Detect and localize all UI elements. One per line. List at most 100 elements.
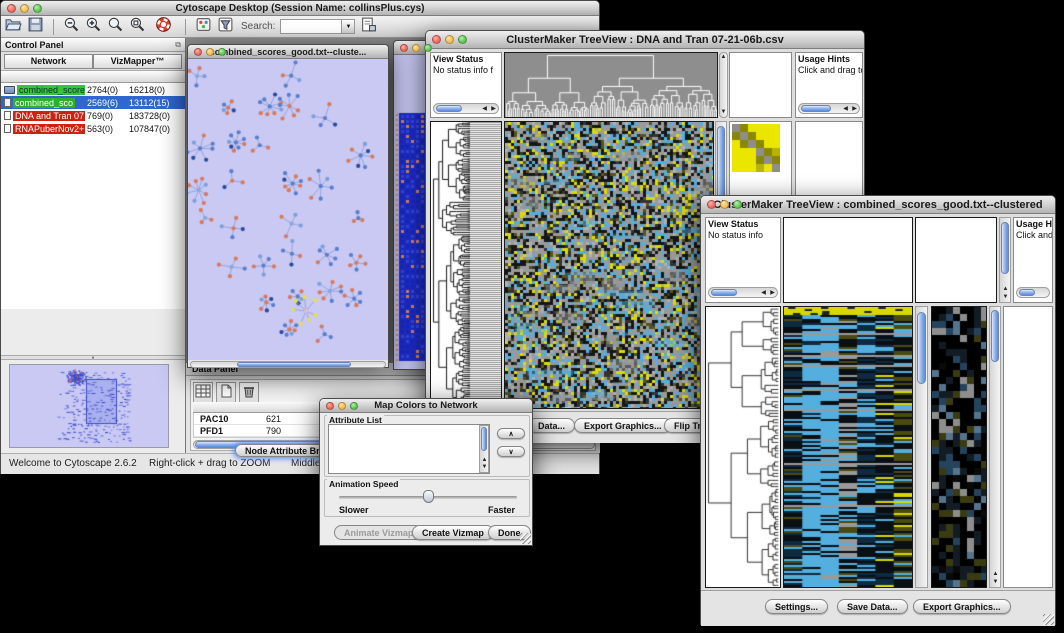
tv2-heatmap-vscroll-thumb[interactable] (917, 312, 926, 384)
tv2-save-data-button[interactable]: Save Data... (837, 599, 908, 614)
tv1-summary-heatmap-canvas[interactable] (732, 124, 780, 172)
zoom-button[interactable] (458, 35, 467, 44)
tv2-labels-vscroll-thumb[interactable] (1001, 222, 1009, 274)
minimize-button[interactable] (412, 44, 420, 52)
control-panel-tab[interactable]: VizMapper™ (93, 54, 182, 69)
tv2-column-dendrogram-panel[interactable] (783, 217, 913, 303)
tv2-heatmap-vscrollbar[interactable] (915, 306, 928, 588)
zoom-button[interactable] (33, 4, 42, 13)
zoom-fit-icon[interactable] (107, 16, 124, 38)
control-panel-tab[interactable]: Network (4, 54, 93, 69)
help-lifebuoy-icon[interactable] (155, 16, 172, 38)
zoom-in-icon[interactable] (85, 16, 102, 38)
tv2-heatmap-canvas[interactable] (784, 307, 912, 587)
close-button[interactable] (326, 402, 334, 410)
zoom-button[interactable] (424, 44, 432, 52)
configure-search-icon[interactable] (360, 16, 377, 38)
minimize-button[interactable] (445, 35, 454, 44)
scroll-up-icon[interactable]: ▲ (991, 571, 1000, 578)
tv2-labels-vscrollbar[interactable]: ▲ ▼ (999, 217, 1011, 303)
tv1-save-data-button[interactable]: Data... (528, 418, 575, 433)
zoom-button[interactable] (350, 402, 358, 410)
tv2-export-graphics-button[interactable]: Export Graphics... (913, 599, 1011, 614)
network-window-1-titlebar[interactable]: combined_scores_good.txt--cluste... (188, 45, 388, 59)
resize-grip[interactable] (520, 533, 531, 544)
attribute-list-vscroll-thumb[interactable] (481, 427, 487, 451)
search-input[interactable] (280, 19, 342, 34)
tv1-column-dendrogram-canvas[interactable] (505, 53, 717, 117)
tv2-row-dendrogram-canvas[interactable] (706, 307, 780, 587)
move-attribute-down-button[interactable]: ∨ (497, 446, 525, 457)
network-overview-canvas[interactable] (10, 365, 168, 447)
network-window-1-hscroll-thumb[interactable] (237, 362, 351, 367)
tv1-view-status-hscroll-thumb[interactable] (436, 105, 462, 112)
scroll-down-icon[interactable]: ▼ (719, 109, 728, 116)
tv2-view-status-hscrollbar[interactable]: ◀ ▶ (708, 287, 778, 298)
overview-splitter[interactable]: ● (1, 355, 185, 360)
scroll-down-icon[interactable]: ▼ (991, 579, 1000, 586)
network-window-1-hscrollbar[interactable] (190, 361, 386, 368)
minimize-button[interactable] (206, 48, 214, 56)
tv2-usage-hints-hscroll-thumb[interactable] (1019, 289, 1035, 296)
tv2-view-status-hscroll-thumb[interactable] (711, 289, 737, 296)
scroll-left-icon[interactable]: ◀ (759, 290, 768, 297)
scroll-up-icon[interactable]: ▲ (719, 54, 728, 61)
map-colors-titlebar[interactable]: Map Colors to Network (320, 399, 532, 413)
vizmap-panel-icon[interactable] (195, 16, 212, 38)
scroll-down-icon[interactable]: ▼ (480, 464, 489, 471)
tv2-usage-hints-hscrollbar[interactable] (1016, 287, 1050, 298)
create-vizmap-button[interactable]: Create Vizmap (412, 525, 494, 540)
tv1-view-status-hscrollbar[interactable]: ◀ ▶ (433, 103, 499, 114)
zoom-button[interactable] (218, 48, 226, 56)
attribute-list-vscrollbar[interactable]: ▲ ▼ (479, 425, 489, 473)
network-canvas-1[interactable] (188, 59, 388, 360)
resize-grip[interactable] (1043, 614, 1054, 625)
zoom-button[interactable] (733, 200, 742, 209)
treeview-dna-titlebar[interactable]: ClusterMaker TreeView : DNA and Tran 07-… (426, 31, 864, 49)
network-overview-panel[interactable] (9, 364, 169, 448)
tv2-zoom-heatmap-canvas[interactable] (932, 307, 986, 587)
minimize-button[interactable] (338, 402, 346, 410)
network-list-row[interactable]: DNA and Tran 07 769(0) 183728(0) (1, 109, 185, 122)
scroll-up-icon[interactable]: ▲ (480, 457, 489, 464)
scroll-right-icon[interactable]: ▶ (489, 106, 498, 113)
network-list-row[interactable]: combined_sco 2569(6) 13112(15) (1, 96, 185, 109)
close-button[interactable] (194, 48, 202, 56)
tv1-mini-vscrollbar[interactable]: ▲ ▼ (719, 52, 728, 118)
filter-icon[interactable] (217, 16, 234, 38)
network-list-row[interactable]: combined_scores 2764(0) 16218(0) (1, 83, 185, 96)
open-session-icon[interactable] (5, 16, 22, 38)
scroll-down-icon[interactable]: ▼ (1001, 294, 1010, 301)
main-titlebar[interactable]: Cytoscape Desktop (Session Name: collins… (1, 1, 599, 16)
minimize-button[interactable] (20, 4, 29, 13)
tv2-settings-button[interactable]: Settings... (765, 599, 828, 614)
tv1-usage-hints-hscrollbar[interactable]: ◀ ▶ (798, 103, 860, 114)
tv1-export-graphics-button[interactable]: Export Graphics... (574, 418, 672, 433)
treeview-dna-title: ClusterMaker TreeView : DNA and Tran 07-… (426, 31, 864, 49)
scroll-left-icon[interactable]: ◀ (480, 106, 489, 113)
treeview-combined-titlebar[interactable]: ClusterMaker TreeView : combined_scores_… (701, 196, 1055, 214)
close-button[interactable] (707, 200, 716, 209)
close-button[interactable] (432, 35, 441, 44)
move-attribute-up-button[interactable]: ∧ (497, 428, 525, 439)
close-button[interactable] (400, 44, 408, 52)
scroll-right-icon[interactable]: ▶ (850, 106, 859, 113)
search-dropdown-icon[interactable]: ▼ (342, 19, 355, 34)
tv1-usage-hints-hscroll-thumb[interactable] (801, 105, 831, 112)
zoom-out-icon[interactable] (63, 16, 80, 38)
tv1-row-dendrogram-canvas[interactable] (431, 122, 501, 408)
animate-vizmap-button[interactable]: Animate Vizmap (334, 525, 423, 540)
tv2-genes-vscroll-thumb[interactable] (991, 310, 999, 362)
network-list-row[interactable]: RNAPuberNov2+ 563(0) 107847(0) (1, 122, 185, 135)
tv2-genes-vscrollbar[interactable]: ▲ ▼ (989, 306, 1001, 588)
scroll-right-icon[interactable]: ▶ (768, 290, 777, 297)
tv1-heatmap-canvas[interactable] (505, 122, 713, 408)
float-panel-icon[interactable]: ⧉ (175, 40, 181, 50)
save-session-icon[interactable] (27, 16, 44, 38)
minimize-button[interactable] (720, 200, 729, 209)
scroll-left-icon[interactable]: ◀ (841, 106, 850, 113)
animation-speed-slider-thumb[interactable] (423, 490, 434, 503)
close-button[interactable] (7, 4, 16, 13)
zoom-selected-icon[interactable] (129, 16, 146, 38)
scroll-up-icon[interactable]: ▲ (1001, 286, 1010, 293)
